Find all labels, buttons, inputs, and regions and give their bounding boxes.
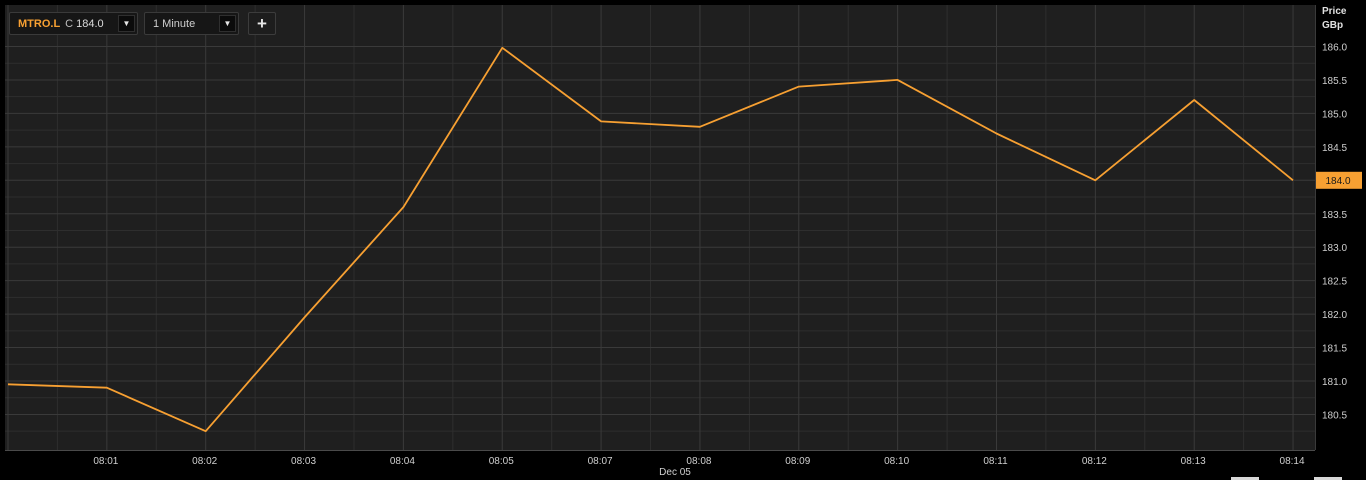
interval-label: 1 Minute	[153, 17, 196, 30]
y-tick-label: 186.0	[1322, 43, 1347, 54]
y-axis-labels: 180.5 181.0 181.5 182.0 182.5 183.0 183.5 184.0…	[1322, 43, 1347, 422]
x-tick-label: 08:04	[390, 456, 415, 467]
y-tick-label: 182.0	[1322, 310, 1347, 321]
y-tick-label: 183.0	[1322, 243, 1347, 254]
chevron-down-icon[interactable]: ▼	[219, 15, 236, 32]
date-label: Dec 05	[659, 467, 691, 478]
y-tick-label: 181.5	[1322, 344, 1347, 355]
chart-window: Price GBp 180.5 181.0 181.5 182.0 182.5 183.0…	[0, 0, 1366, 480]
last-value-tag: 184.0	[1316, 171, 1362, 189]
x-tick-label: 08:01	[93, 456, 118, 467]
y-tick-label: 181.0	[1322, 377, 1347, 388]
x-tick-label: 08:05	[489, 456, 514, 467]
last-value-tag-text: 184.0	[1325, 176, 1350, 187]
symbol-selector[interactable]: MTRO.L C 184.0 ▼	[9, 12, 138, 35]
y-tick-label: 182.5	[1322, 277, 1347, 288]
price-chart: Price GBp 180.5 181.0 181.5 182.0 182.5 183.0…	[5, 5, 1362, 480]
x-tick-label: 08:07	[588, 456, 613, 467]
x-tick-label: 08:12	[1082, 456, 1107, 467]
x-tick-label: 08:02	[192, 456, 217, 467]
chevron-down-icon[interactable]: ▼	[118, 15, 135, 32]
y-tick-label: 185.0	[1322, 109, 1347, 120]
y-tick-label: 185.5	[1322, 76, 1347, 87]
symbol-label: MTRO.L	[18, 17, 61, 30]
y-tick-label: 183.5	[1322, 210, 1347, 221]
x-tick-label: 08:14	[1280, 456, 1305, 467]
x-tick-label: 08:13	[1181, 456, 1206, 467]
close-label: C	[65, 17, 74, 30]
x-axis-labels: 08:01 08:02 08:03 08:04 08:05 08:07 08:08 08:09…	[93, 456, 1305, 467]
y-tick-label: 180.5	[1322, 410, 1347, 421]
close-value: 184.0	[76, 17, 104, 30]
x-tick-label: 08:08	[686, 456, 711, 467]
x-tick-label: 08:11	[983, 456, 1008, 467]
x-tick-label: 08:10	[884, 456, 909, 467]
axis-title-line2: GBp	[1322, 20, 1343, 31]
axis-title-line1: Price	[1322, 6, 1347, 17]
interval-selector[interactable]: 1 Minute ▼	[144, 12, 239, 35]
plus-icon[interactable]: +	[248, 12, 276, 35]
x-tick-label: 08:03	[291, 456, 316, 467]
chart-toolbar: MTRO.L C 184.0 ▼ 1 Minute ▼ +	[9, 12, 276, 35]
y-tick-label: 184.5	[1322, 143, 1347, 154]
plot-background	[5, 5, 1315, 450]
x-tick-label: 08:09	[785, 456, 810, 467]
